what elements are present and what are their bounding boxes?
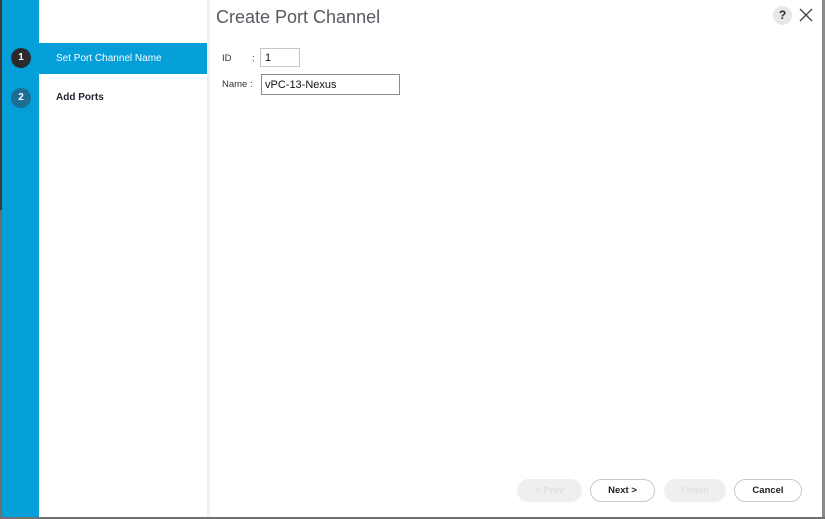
next-button[interactable]: Next > [590,479,655,502]
wizard-rail [2,0,39,517]
close-icon [799,8,813,22]
cancel-button[interactable]: Cancel [734,479,802,502]
step-set-port-channel-name[interactable]: Set Port Channel Name [56,53,162,64]
step-add-ports[interactable]: Add Ports [56,92,104,103]
id-field[interactable] [260,48,300,67]
id-label: ID [222,53,232,64]
help-icon: ? [778,8,787,22]
finish-button[interactable]: Finish [664,479,726,502]
dialog-title: Create Port Channel [216,7,381,27]
id-label-colon: : [252,53,255,64]
prev-button[interactable]: < Prev [517,479,582,502]
wizard-steps-panel [39,0,207,517]
step-2-number-badge: 2 [11,88,31,108]
name-label: Name : [222,79,253,90]
close-button[interactable] [797,6,815,24]
help-button[interactable]: ? [773,6,792,25]
name-field[interactable] [261,74,400,95]
step-1-number-badge: 1 [11,48,31,68]
panel-divider [207,0,210,517]
